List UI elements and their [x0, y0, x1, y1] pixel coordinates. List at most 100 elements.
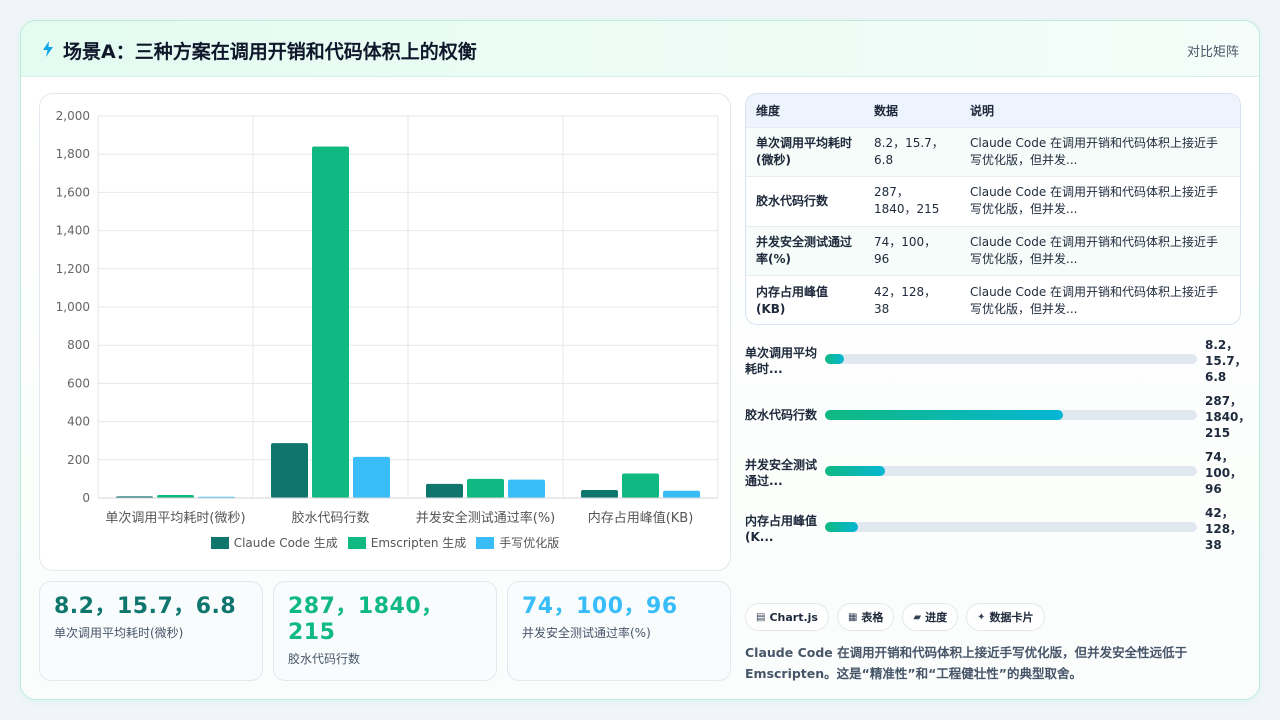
- bar[interactable]: [426, 483, 463, 498]
- card-header: 场景A：三种方案在调用开销和代码体积上的权衡 对比矩阵: [21, 21, 1259, 77]
- legend-label: Emscripten 生成: [370, 536, 467, 550]
- x-tick-label: 胶水代码行数: [291, 510, 369, 526]
- column-header: 维度: [746, 94, 864, 127]
- table-row: 单次调用平均耗时(微秒) 8.2，15.7，6.8 Claude Code 在调…: [746, 126, 1240, 177]
- stat-label: 单次调用平均耗时(微秒): [54, 626, 184, 640]
- bar[interactable]: [271, 443, 308, 498]
- legend-label: Claude Code 生成: [233, 536, 338, 550]
- legend-swatch: [347, 536, 366, 549]
- column-header: 数据: [864, 94, 960, 127]
- progress-track: [825, 410, 1197, 420]
- table-row: 并发安全测试通过率(%) 74，100，96 Claude Code 在调用开销…: [746, 225, 1240, 276]
- chip-data-card[interactable]: ✦ 数据卡片: [966, 603, 1045, 631]
- cell-data: 8.2，15.7，6.8: [864, 126, 960, 177]
- bar[interactable]: [467, 478, 504, 498]
- cell-note: Claude Code 在调用开销和代码体积上接近手写优化版，但并发...: [960, 126, 1240, 177]
- table-row: 内存占用峰值(KB) 42，128，38 Claude Code 在调用开销和代…: [746, 275, 1240, 324]
- progress-fill: [825, 410, 1064, 420]
- bar[interactable]: [622, 473, 659, 498]
- stat-label: 胶水代码行数: [288, 652, 361, 666]
- stat-value: 74，100，96: [522, 594, 678, 619]
- sparkle-icon: ✦: [977, 611, 986, 623]
- bar-chart-panel: 0 200 400 600 800 1,000 1,200 1,400 1,600 1,800 2,…: [39, 93, 731, 571]
- progress-label: 并发安全测试通过...: [745, 458, 818, 488]
- legend-swatch: [476, 536, 495, 549]
- y-tick-label: 1,800: [56, 147, 90, 161]
- progress-icon: ▰: [913, 611, 922, 623]
- x-tick-label: 并发安全测试通过率(%): [416, 510, 556, 526]
- bar[interactable]: [663, 490, 700, 498]
- progress-row-latency: 单次调用平均耗时... 8.2，15.7，6.8: [745, 338, 1247, 393]
- y-tick-label: 0: [82, 491, 90, 505]
- chart-legend: Claude Code 生成 Emscripten 生成 手写优化版: [40, 534, 730, 551]
- y-tick-label: 1,600: [56, 185, 90, 199]
- progress-label: 单次调用平均耗时...: [745, 346, 818, 376]
- comparison-table: 维度 数据 说明 单次调用平均耗时(微秒) 8.2，15.7，6.8 Claud…: [745, 93, 1241, 325]
- cell-dimension: 单次调用平均耗时(微秒): [746, 126, 864, 177]
- stat-card-latency: 8.2，15.7，6.8 单次调用平均耗时(微秒): [39, 581, 263, 681]
- chip-label: 数据卡片: [989, 611, 1034, 624]
- bar[interactable]: [508, 479, 545, 498]
- cell-data: 287，1840，215: [864, 176, 960, 226]
- cell-dimension: 并发安全测试通过率(%): [746, 225, 864, 276]
- page-title: 场景A：三种方案在调用开销和代码体积上的权衡: [63, 41, 477, 63]
- y-tick-label: 1,400: [56, 224, 90, 238]
- y-tick-label: 800: [67, 338, 90, 352]
- y-tick-label: 400: [67, 415, 90, 429]
- progress-value: 74，100，96: [1205, 450, 1243, 496]
- table-header-row: 维度 数据 说明: [746, 94, 1240, 127]
- y-tick-label: 600: [67, 376, 90, 390]
- bar[interactable]: [581, 489, 618, 498]
- progress-label: 内存占用峰值(K...: [745, 514, 818, 544]
- chip-table[interactable]: ▦ 表格: [836, 603, 895, 631]
- stat-card-concurrency: 74，100，96 并发安全测试通过率(%): [507, 581, 731, 681]
- cell-data: 74，100，96: [864, 225, 960, 276]
- progress-value: 287，1840，215: [1205, 394, 1251, 440]
- summary-text: Claude Code 在调用开销和代码体积上接近手写优化版，但并发安全性远低于…: [745, 645, 1188, 681]
- view-tag[interactable]: 对比矩阵: [1187, 41, 1239, 60]
- legend-item-emscripten[interactable]: Emscripten 生成: [347, 534, 467, 551]
- cell-dimension: 内存占用峰值(KB): [746, 275, 864, 324]
- y-tick-label: 2,000: [56, 109, 90, 123]
- legend-item-handwritten[interactable]: 手写优化版: [476, 534, 559, 551]
- table-row: 胶水代码行数 287，1840，215 Claude Code 在调用开销和代码…: [746, 176, 1240, 226]
- cell-note: Claude Code 在调用开销和代码体积上接近手写优化版，但并发...: [960, 225, 1240, 276]
- y-tick-label: 200: [67, 453, 90, 467]
- progress-track: [825, 354, 1197, 364]
- scenario-card: 场景A：三种方案在调用开销和代码体积上的权衡 对比矩阵 0 200 400 600 80…: [20, 20, 1260, 700]
- stat-label: 并发安全测试通过率(%): [522, 626, 651, 640]
- chip-chartjs[interactable]: ▤ Chart.js: [745, 603, 829, 631]
- stat-value: 8.2，15.7，6.8: [54, 594, 237, 619]
- progress-value: 8.2，15.7，6.8: [1205, 338, 1247, 384]
- progress-row-glue-lines: 胶水代码行数 287，1840，215: [745, 394, 1250, 449]
- progress-label: 胶水代码行数: [745, 408, 818, 422]
- progress-track: [825, 466, 1197, 476]
- cell-note: Claude Code 在调用开销和代码体积上接近手写优化版，但并发...: [960, 275, 1240, 324]
- table-icon: ▦: [847, 611, 858, 623]
- stat-card-glue-lines: 287，1840，215 胶水代码行数: [273, 581, 497, 681]
- bar[interactable]: [353, 456, 390, 498]
- view-chips: ▤ Chart.js ▦ 表格 ▰ 进度 ✦ 数据卡片: [745, 603, 1045, 631]
- cell-data: 42，128，38: [864, 275, 960, 324]
- cell-dimension: 胶水代码行数: [746, 176, 864, 226]
- x-tick-label: 单次调用平均耗时(微秒): [105, 510, 245, 526]
- y-tick-label: 1,000: [56, 300, 90, 314]
- cell-note: Claude Code 在调用开销和代码体积上接近手写优化版，但并发...: [960, 176, 1240, 226]
- progress-fill: [825, 522, 859, 532]
- chip-label: Chart.js: [769, 610, 818, 624]
- x-tick-label: 内存占用峰值(KB): [588, 510, 694, 526]
- lightning-icon: [43, 41, 53, 57]
- legend-item-claude[interactable]: Claude Code 生成: [210, 534, 338, 551]
- y-tick-label: 1,200: [56, 262, 90, 276]
- chip-progress[interactable]: ▰ 进度: [902, 603, 959, 631]
- bar[interactable]: [312, 146, 349, 498]
- chart-icon: ▤: [756, 611, 766, 623]
- bar-chart[interactable]: 0 200 400 600 800 1,000 1,200 1,400 1,600 1,800 2,…: [40, 94, 732, 534]
- chip-label: 表格: [861, 611, 884, 624]
- progress-value: 42，128，38: [1205, 506, 1243, 552]
- stat-value: 287，1840，215: [288, 594, 444, 645]
- progress-fill: [825, 466, 885, 476]
- progress-row-concurrency: 并发安全测试通过... 74，100，96: [745, 450, 1245, 505]
- chip-label: 进度: [925, 611, 948, 624]
- progress-track: [825, 522, 1197, 532]
